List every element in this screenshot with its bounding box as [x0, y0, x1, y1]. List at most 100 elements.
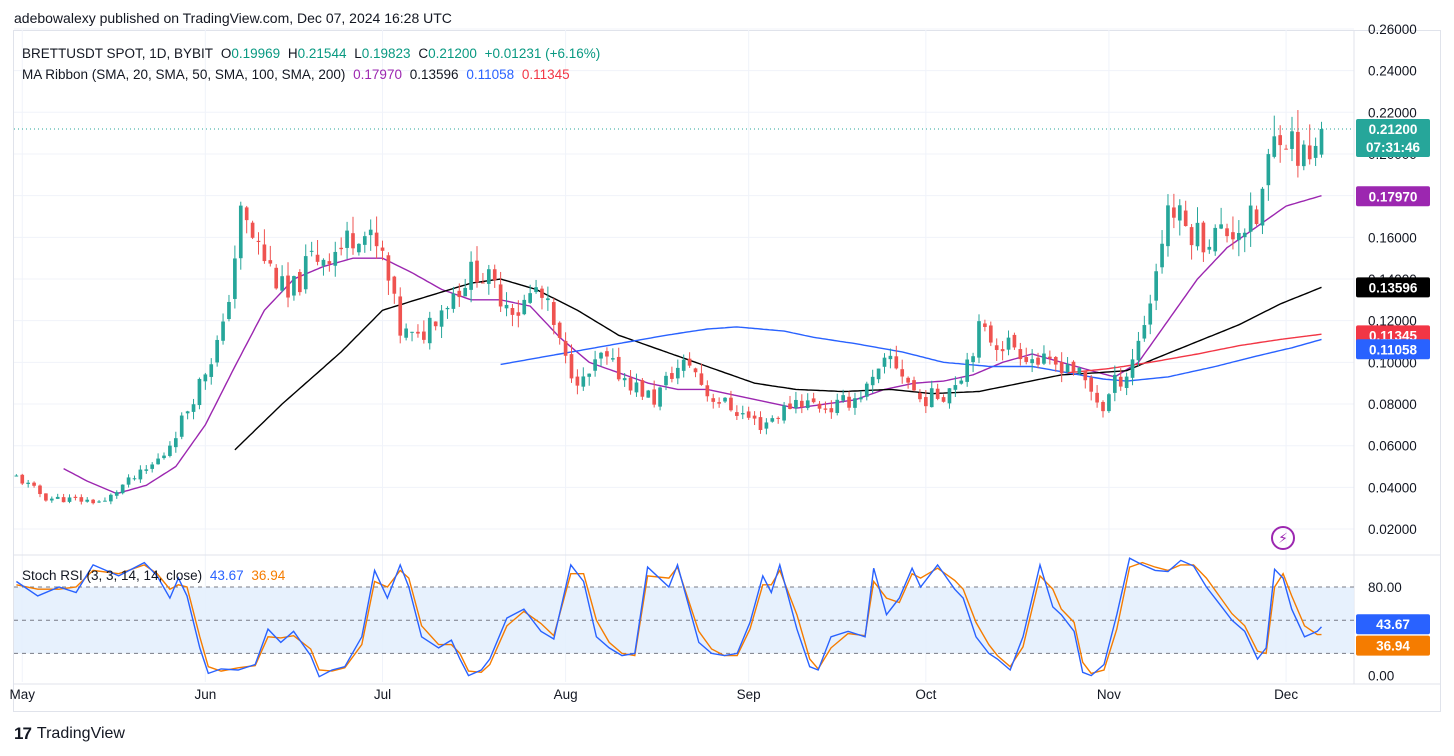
candle-body	[699, 373, 704, 385]
time-tick-label: Aug	[554, 687, 578, 702]
low-label: L	[354, 46, 362, 61]
candle-body	[563, 340, 568, 356]
candle-body	[55, 496, 60, 499]
ma-ribbon-legend[interactable]: MA Ribbon (SMA, 20, SMA, 50, SMA, 100, S…	[22, 67, 574, 82]
candle-body	[404, 328, 408, 338]
candle-body	[1225, 228, 1229, 237]
price-tick-label: 0.04000	[1368, 480, 1417, 495]
candle-body	[126, 477, 131, 485]
candle-body	[859, 397, 863, 400]
high-label: H	[287, 46, 298, 61]
candle-body	[1266, 154, 1271, 186]
rsi-k-tag-text: 43.67	[1376, 617, 1410, 632]
candle-body	[1160, 243, 1164, 268]
candle-body	[244, 207, 249, 221]
candle-body	[191, 404, 196, 412]
candle-body	[605, 351, 609, 357]
lightning-icon[interactable]: ⚡	[1271, 526, 1295, 550]
symbol-legend[interactable]: BRETTUSDT SPOT, 1D, BYBIT O0.19969 H0.21…	[22, 46, 604, 61]
close-label: C	[418, 46, 429, 61]
candle-body	[788, 403, 792, 409]
candle-body	[935, 388, 940, 399]
candle-body	[103, 500, 107, 502]
candle-body	[1290, 131, 1294, 149]
candle-body	[168, 445, 172, 456]
candle-body	[439, 310, 444, 327]
stoch-rsi-legend[interactable]: Stoch RSI (3, 3, 14, 14, close) 43.67 36…	[22, 568, 289, 583]
candle-body	[581, 376, 586, 387]
candle-body	[209, 364, 214, 377]
candle-body	[1172, 207, 1176, 218]
candle-body	[73, 496, 78, 498]
candle-body	[1142, 325, 1147, 339]
candle-body	[705, 385, 710, 397]
candle-body	[410, 331, 414, 333]
candle-body	[675, 367, 680, 379]
rsi-d-tag: 36.94	[1356, 635, 1430, 656]
candle-body	[811, 398, 816, 403]
candle-body	[693, 368, 698, 373]
ma20-tag: 0.17970	[1356, 186, 1430, 207]
rsi-d-value: 36.94	[251, 568, 286, 583]
candle-body	[634, 382, 639, 393]
time-tick-label: Jun	[194, 687, 216, 702]
candle-body	[646, 390, 651, 398]
candle-body	[953, 385, 958, 390]
candle-body	[551, 302, 556, 325]
candle-body	[238, 205, 243, 259]
rsi-tick-label: 0.00	[1368, 669, 1394, 684]
candle-body	[847, 396, 851, 408]
candle-body	[1231, 232, 1235, 240]
candle-body	[1278, 135, 1283, 146]
candle-body	[380, 247, 385, 251]
candle-body	[315, 254, 320, 262]
chart-canvas[interactable]: 0.260000.240000.220000.200000.180000.160…	[0, 0, 1454, 756]
change-value: +0.01231 (+6.16%)	[484, 46, 601, 61]
candle-body	[339, 247, 344, 250]
candle-body	[918, 392, 922, 400]
candle-body	[947, 388, 952, 404]
candle-body	[268, 260, 273, 264]
candle-body	[1130, 359, 1135, 378]
price-tick-label: 0.16000	[1368, 230, 1417, 245]
candle-body	[1219, 224, 1223, 229]
candle-body	[1248, 205, 1253, 232]
price-tick-label: 0.08000	[1368, 397, 1417, 412]
candle-body	[841, 395, 845, 401]
candle-body	[1065, 364, 1070, 373]
candle-body	[481, 282, 485, 284]
candle-body	[1089, 377, 1094, 392]
price-tick-label: 0.26000	[1368, 22, 1417, 37]
candle-body	[120, 484, 125, 494]
candle-body	[900, 369, 905, 377]
candle-body	[351, 233, 355, 249]
candle-body	[416, 331, 420, 334]
candle-body	[540, 288, 544, 298]
candle-body	[262, 244, 267, 262]
candle-body	[173, 438, 178, 448]
time-tick-label: Oct	[915, 687, 936, 702]
candle-body	[717, 402, 721, 404]
candle-body	[829, 408, 834, 413]
candle-body	[1107, 394, 1111, 412]
candle-body	[522, 299, 527, 315]
candle-body	[132, 478, 137, 480]
candle-body	[794, 399, 798, 409]
candle-body	[628, 377, 633, 391]
ma50-line	[234, 278, 1322, 451]
candle-body	[681, 359, 686, 371]
candle-body	[20, 474, 25, 484]
candle-body	[977, 321, 981, 358]
candle-body	[286, 275, 290, 298]
candle-body	[197, 378, 202, 406]
candle-body	[752, 415, 757, 419]
candle-body	[469, 261, 473, 290]
candle-body	[1237, 232, 1241, 241]
last-price-tag-text: 0.21200	[1369, 122, 1418, 137]
candle-body	[799, 400, 804, 408]
candle-body	[109, 494, 113, 502]
ma-ribbon-title: MA Ribbon (SMA, 20, SMA, 50, SMA, 100, S…	[22, 67, 346, 82]
symbol-label: BRETTUSDT SPOT, 1D, BYBIT	[22, 46, 214, 61]
candle-body	[321, 259, 326, 266]
ma20-line	[63, 195, 1322, 495]
